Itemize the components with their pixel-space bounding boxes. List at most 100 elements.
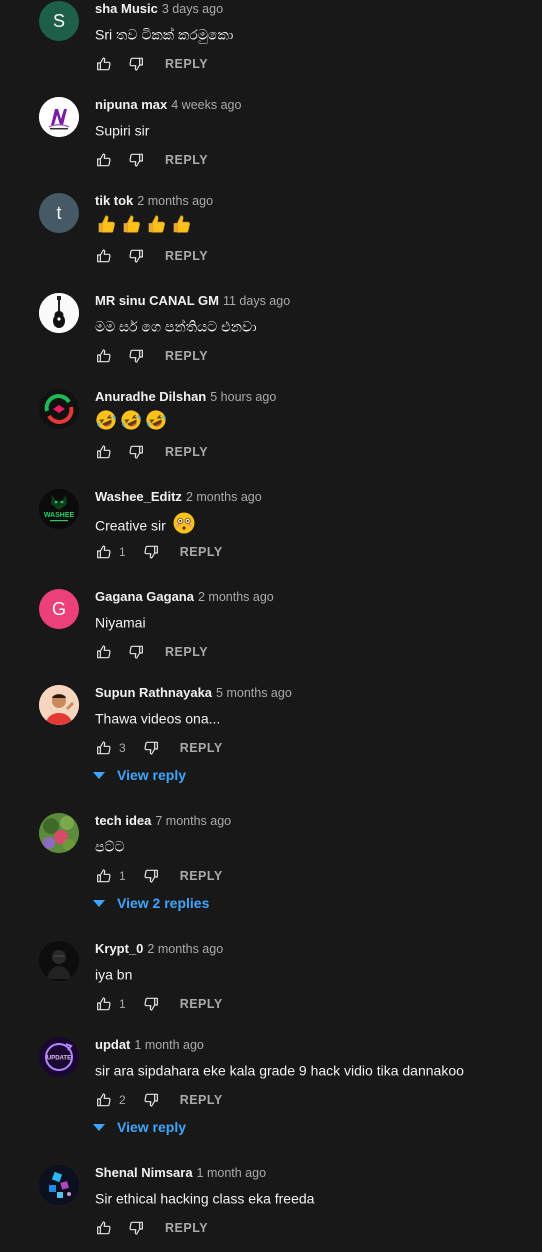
reply-button[interactable]: REPLY (180, 545, 223, 559)
like-icon[interactable] (95, 867, 113, 885)
caret-down-icon (93, 895, 105, 911)
like-icon[interactable] (95, 151, 113, 169)
comment-text (95, 409, 170, 436)
avatar[interactable] (39, 941, 79, 981)
reply-button[interactable]: REPLY (180, 869, 223, 883)
dislike-icon[interactable] (127, 643, 145, 661)
comment-text: පට්ට (95, 835, 125, 856)
reply-button[interactable]: REPLY (180, 997, 223, 1011)
author-name[interactable]: Anuradhe Dilshan (95, 389, 206, 404)
dislike-icon[interactable] (127, 1219, 145, 1237)
dislike-icon[interactable] (127, 247, 145, 265)
author-name[interactable]: Supun Rathnayaka (95, 685, 212, 700)
author-name[interactable]: MR sinu CANAL GM (95, 293, 219, 308)
comment-text: Creative sir (95, 511, 199, 540)
avatar[interactable]: G (39, 589, 79, 629)
dislike-icon[interactable] (142, 1091, 160, 1109)
dislike-icon[interactable] (127, 151, 145, 169)
reply-button[interactable]: REPLY (165, 1221, 208, 1235)
dislike-icon[interactable] (127, 443, 145, 461)
thumbs-emoji-icon (170, 213, 192, 240)
reply-button[interactable]: REPLY (165, 57, 208, 71)
avatar[interactable]: S (39, 1, 79, 41)
dislike-icon[interactable] (142, 995, 160, 1013)
published-time[interactable]: 1 month ago (197, 1166, 267, 1180)
author-name[interactable]: nipuna max (95, 97, 167, 112)
reply-button[interactable]: REPLY (165, 153, 208, 167)
like-icon[interactable] (95, 443, 113, 461)
dislike-icon[interactable] (142, 739, 160, 757)
published-time[interactable]: 4 weeks ago (171, 98, 241, 112)
comment-actions: 1 REPLY (95, 994, 223, 1014)
comment-actions: 2 REPLY (95, 1090, 223, 1110)
author-name[interactable]: Krypt_0 (95, 941, 143, 956)
dislike-icon[interactable] (142, 543, 160, 561)
avatar[interactable] (39, 813, 79, 853)
author-name[interactable]: tech idea (95, 813, 151, 828)
comment-text: Niyamai (95, 611, 146, 632)
view-replies-label: View reply (117, 1119, 187, 1135)
author-name[interactable]: Shenal Nimsara (95, 1165, 193, 1180)
caret-down-icon (93, 1119, 105, 1135)
author-name[interactable]: Gagana Gagana (95, 589, 194, 604)
reply-button[interactable]: REPLY (180, 741, 223, 755)
published-time[interactable]: 11 days ago (223, 294, 290, 308)
published-time[interactable]: 1 month ago (134, 1038, 204, 1052)
author-name[interactable]: tik tok (95, 193, 133, 208)
avatar[interactable] (39, 685, 79, 725)
like-icon[interactable] (95, 1091, 113, 1109)
reply-button[interactable]: REPLY (165, 445, 208, 459)
rofl-emoji-icon (120, 409, 142, 436)
comment-header: Washee_Editz 2 months ago (95, 489, 262, 505)
reply-button[interactable]: REPLY (180, 1093, 223, 1107)
like-icon[interactable] (95, 543, 113, 561)
reply-button[interactable]: REPLY (165, 249, 208, 263)
like-icon[interactable] (95, 55, 113, 73)
view-replies-button[interactable]: View reply (93, 767, 186, 783)
avatar[interactable] (39, 389, 79, 429)
author-name[interactable]: updat (95, 1037, 130, 1052)
dislike-icon[interactable] (142, 867, 160, 885)
view-replies-button[interactable]: View reply (93, 1119, 186, 1135)
published-time[interactable]: 2 months ago (137, 194, 213, 208)
reply-button[interactable]: REPLY (165, 349, 208, 363)
reply-button[interactable]: REPLY (165, 645, 208, 659)
dislike-icon[interactable] (127, 347, 145, 365)
comment-text-content: Sir ethical hacking class eka freeda (95, 1190, 315, 1207)
avatar-caption: WASHEE (44, 512, 75, 519)
comment-header: nipuna max 4 weeks ago (95, 97, 241, 113)
comment-text: Sir ethical hacking class eka freeda (95, 1187, 314, 1208)
like-icon[interactable] (95, 643, 113, 661)
avatar[interactable]: WASHEE (39, 489, 79, 529)
author-name[interactable]: Washee_Editz (95, 489, 182, 504)
avatar[interactable] (39, 97, 79, 137)
published-time[interactable]: 5 hours ago (210, 390, 276, 404)
comment-text-content: sir ara sipdahara eke kala grade 9 hack … (95, 1062, 464, 1079)
comment-text-content: Niyamai (95, 614, 146, 631)
comment-text-content: Thawa videos ona... (95, 710, 221, 727)
thumbs-emoji-icon (120, 213, 142, 240)
published-time[interactable]: 3 days ago (162, 2, 223, 16)
published-time[interactable]: 2 months ago (147, 942, 223, 956)
published-time[interactable]: 7 months ago (155, 814, 231, 828)
dislike-icon[interactable] (127, 55, 145, 73)
published-time[interactable]: 2 months ago (186, 490, 262, 504)
like-icon[interactable] (95, 1219, 113, 1237)
avatar-caption: UPDATE (47, 1056, 71, 1062)
published-time[interactable]: 2 months ago (198, 590, 274, 604)
like-icon[interactable] (95, 347, 113, 365)
comment-thread: Supun Rathnayaka 5 months ago Thawa videos… (0, 676, 542, 804)
view-replies-button[interactable]: View 2 replies (93, 895, 209, 911)
author-name[interactable]: sha Music (95, 1, 158, 16)
like-icon[interactable] (95, 995, 113, 1013)
like-icon[interactable] (95, 247, 113, 265)
avatar[interactable]: t (39, 193, 79, 233)
avatar[interactable] (39, 1165, 79, 1205)
comment-header: Anuradhe Dilshan 5 hours ago (95, 389, 276, 405)
published-time[interactable]: 5 months ago (216, 686, 292, 700)
comment-text-content: Creative sir (95, 517, 166, 534)
like-icon[interactable] (95, 739, 113, 757)
avatar[interactable] (39, 293, 79, 333)
comment-text: Supiri sir (95, 119, 149, 140)
avatar[interactable]: UPDATE (39, 1037, 79, 1077)
